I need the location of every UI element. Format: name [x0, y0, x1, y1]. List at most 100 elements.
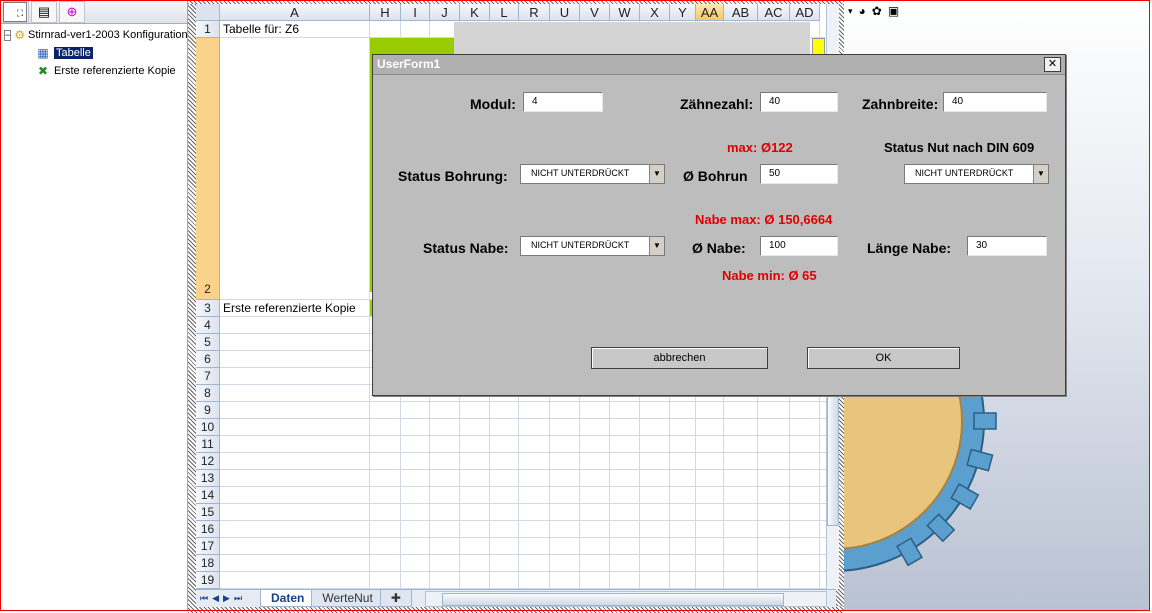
- row-header[interactable]: 14: [196, 487, 220, 504]
- property-icon: ▤: [37, 4, 51, 19]
- column-header[interactable]: I: [401, 4, 430, 21]
- row-header[interactable]: 1: [196, 21, 220, 38]
- column-header[interactable]: H: [370, 4, 401, 21]
- column-header[interactable]: AB: [724, 4, 758, 21]
- row-header[interactable]: 18: [196, 555, 220, 572]
- laenge-nabe-label: Länge Nabe:: [867, 240, 952, 256]
- prev-tab-icon[interactable]: ◀: [212, 593, 219, 604]
- chevron-down-icon[interactable]: ▼: [649, 237, 664, 255]
- first-tab-icon[interactable]: ⏮: [200, 593, 208, 604]
- tree-item-label: Erste referenzierte Kopie: [54, 65, 176, 77]
- dimxpert-tab[interactable]: ⊕: [59, 1, 85, 23]
- row-header[interactable]: 3: [196, 300, 220, 317]
- close-button[interactable]: ✕: [1044, 57, 1061, 72]
- tab-wertenut[interactable]: WerteNut: [311, 590, 384, 607]
- row-header[interactable]: 13: [196, 470, 220, 487]
- status-nut-label: Status Nut nach DIN 609: [884, 140, 1035, 155]
- bohrung-input[interactable]: 50: [760, 164, 838, 184]
- chevron-down-icon[interactable]: ▼: [649, 165, 664, 183]
- bohrung-label: Ø Bohrun: [683, 168, 748, 184]
- column-header[interactable]: Y: [670, 4, 696, 21]
- embedded-frame-bottom: [188, 606, 844, 613]
- horizontal-scrollbar[interactable]: [425, 591, 827, 607]
- row-header[interactable]: 17: [196, 538, 220, 555]
- column-header[interactable]: AA: [696, 4, 724, 21]
- column-header[interactable]: L: [490, 4, 519, 21]
- part-icon: ⚙: [14, 28, 26, 42]
- last-tab-icon[interactable]: ⏭: [234, 593, 242, 604]
- feature-manager-panel: ⚙ ▤ ⛶ ⊕ − ⚙ Stirnrad-ver1-2003 Konfigura…: [1, 1, 188, 611]
- tab-navigation: ⏮ ◀ ▶ ⏭: [196, 593, 260, 604]
- column-header[interactable]: A: [220, 4, 370, 21]
- row-header[interactable]: 12: [196, 453, 220, 470]
- next-tab-icon[interactable]: ▶: [223, 593, 230, 604]
- cancel-button[interactable]: abbrechen: [591, 347, 768, 369]
- cell-a3[interactable]: Erste referenzierte Kopie: [220, 301, 370, 317]
- configuration-icon: ⛶: [16, 8, 24, 18]
- column-header[interactable]: V: [580, 4, 610, 21]
- tab-daten[interactable]: Daten: [260, 590, 316, 607]
- zaehnezahl-label: Zähnezahl:: [680, 96, 754, 112]
- column-header[interactable]: X: [640, 4, 670, 21]
- userform-dialog: UserForm1 ✕ Modul: 4 Zähnezahl: 40 Zahnb…: [372, 54, 1066, 396]
- row-header[interactable]: 6: [196, 351, 220, 368]
- row-header[interactable]: 7: [196, 368, 220, 385]
- status-nabe-value: NICHT UNTERDRÜCKT: [531, 240, 630, 250]
- collapse-icon[interactable]: −: [4, 29, 12, 41]
- tree-item-tabelle[interactable]: ▦ Tabelle: [1, 44, 187, 62]
- select-all-corner[interactable]: [196, 4, 220, 21]
- tree-item-kopie[interactable]: ✖ Erste referenzierte Kopie: [1, 62, 187, 80]
- laenge-nabe-input[interactable]: 30: [967, 236, 1047, 256]
- column-header[interactable]: AD: [790, 4, 820, 21]
- status-nut-select[interactable]: NICHT UNTERDRÜCKT ▼: [904, 164, 1049, 184]
- insert-sheet-tab[interactable]: ✚: [379, 590, 412, 607]
- cell-a1[interactable]: Tabelle für: Z6: [220, 22, 370, 38]
- row-header[interactable]: 16: [196, 521, 220, 538]
- property-manager-tab[interactable]: ▤: [31, 1, 57, 23]
- row-header[interactable]: 2: [196, 38, 220, 300]
- nabe-input[interactable]: 100: [760, 236, 838, 256]
- status-bohrung-label: Status Bohrung:: [398, 168, 508, 184]
- grid-line: [220, 418, 826, 419]
- grid-line: [220, 537, 826, 538]
- tree-root[interactable]: − ⚙ Stirnrad-ver1-2003 Konfiguration: [1, 26, 187, 44]
- row-header[interactable]: 9: [196, 402, 220, 419]
- grid-line: [220, 503, 826, 504]
- column-header[interactable]: W: [610, 4, 640, 21]
- column-header[interactable]: J: [430, 4, 460, 21]
- insert-sheet-icon: ✚: [390, 591, 401, 605]
- dialog-titlebar: UserForm1 ✕: [373, 55, 1065, 75]
- status-nut-value: NICHT UNTERDRÜCKT: [915, 168, 1014, 178]
- view-toolbar: ▾ ◕ ✿ ▣: [844, 1, 968, 21]
- row-header[interactable]: 4: [196, 317, 220, 334]
- column-header[interactable]: AC: [758, 4, 790, 21]
- configuration-manager-tab[interactable]: ⛶: [3, 2, 27, 22]
- nabe-label: Ø Nabe:: [692, 240, 746, 256]
- zaehnezahl-input[interactable]: 40: [760, 92, 838, 112]
- appearance-icon[interactable]: ◕: [859, 4, 866, 18]
- row-header[interactable]: 8: [196, 385, 220, 402]
- zahnbreite-input[interactable]: 40: [943, 92, 1047, 112]
- row-header[interactable]: 15: [196, 504, 220, 521]
- column-header[interactable]: R: [519, 4, 550, 21]
- ok-button[interactable]: OK: [807, 347, 960, 369]
- dialog-title: UserForm1: [377, 57, 441, 71]
- row-header[interactable]: 19: [196, 572, 220, 589]
- grid-line: [220, 571, 826, 572]
- dropdown-icon[interactable]: ▾: [848, 6, 853, 17]
- row-header[interactable]: 11: [196, 436, 220, 453]
- display-icon[interactable]: ▣: [888, 4, 899, 18]
- chevron-down-icon[interactable]: ▼: [1033, 165, 1048, 183]
- column-header[interactable]: U: [550, 4, 580, 21]
- status-nabe-label: Status Nabe:: [423, 240, 509, 256]
- modul-input[interactable]: 4: [523, 92, 603, 112]
- row-header[interactable]: 10: [196, 419, 220, 436]
- status-nabe-select[interactable]: NICHT UNTERDRÜCKT ▼: [520, 236, 665, 256]
- scene-icon[interactable]: ✿: [872, 4, 882, 18]
- grid-line: [220, 520, 826, 521]
- scroll-thumb[interactable]: [442, 593, 784, 606]
- status-bohrung-select[interactable]: NICHT UNTERDRÜCKT ▼: [520, 164, 665, 184]
- column-header[interactable]: K: [460, 4, 490, 21]
- max-bohrung-text: max: Ø122: [727, 140, 793, 155]
- row-header[interactable]: 5: [196, 334, 220, 351]
